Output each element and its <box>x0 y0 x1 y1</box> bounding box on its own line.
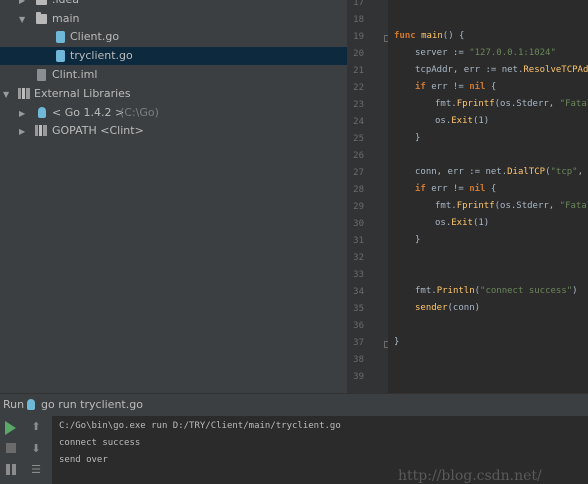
stop-icon <box>6 443 16 453</box>
line-number: 30 <box>353 219 364 229</box>
run-toolwindow-header: Run go run tryclient.go <box>0 393 588 416</box>
tree-item-tryclient-go[interactable]: tryclient.go <box>0 47 347 65</box>
tree-item-idea[interactable]: ▶ .idea <box>0 0 347 9</box>
tree-item-label: Client.go <box>70 30 120 43</box>
run-config-tab[interactable]: go run tryclient.go <box>41 398 143 411</box>
line-number: 32 <box>353 253 364 263</box>
line-number: 22 <box>353 83 364 93</box>
line-number: 28 <box>353 185 364 195</box>
pause-icon <box>6 464 16 475</box>
tree-item-path: (C:\Go) <box>120 106 159 119</box>
line-number: 36 <box>353 321 364 331</box>
code-line: } <box>415 235 421 245</box>
console-line: C:/Go\bin\go.exe run D:/TRY/Client/main/… <box>59 421 341 431</box>
line-number: 20 <box>353 49 364 59</box>
code-line: } <box>394 337 400 347</box>
line-number: 18 <box>353 15 364 25</box>
watermark: http://blog.csdn.net/ <box>398 468 542 484</box>
line-number: 34 <box>353 287 364 297</box>
code-line: conn, err := net.DialTCP("tcp", n <box>415 167 583 177</box>
line-number: 33 <box>353 270 364 280</box>
chevron-down-icon[interactable]: ▼ <box>3 86 11 99</box>
code-line: os.Exit(1) <box>435 116 490 126</box>
code-line: fmt.Fprintf(os.Stderr, "Fatal <box>435 99 588 109</box>
line-numbers: 17 18 19 20 21 22 23 24 25 26 27 28 29 30 31 32 33 34 35 36… <box>350 0 391 393</box>
chevron-down-icon[interactable]: ▼ <box>19 11 27 24</box>
line-number: 35 <box>353 304 364 314</box>
code-line: } <box>415 133 421 143</box>
code-line: os.Exit(1) <box>435 218 490 228</box>
line-number: 25 <box>353 134 364 144</box>
code-line: if err != nil { <box>415 184 497 194</box>
tree-item-label: < Go 1.4.2 > <box>52 106 125 119</box>
tree-item-go-sdk[interactable]: ▶ < Go 1.4.2 > (C:\Go) <box>0 104 347 122</box>
line-number: 19 <box>353 32 364 42</box>
soft-wrap-button[interactable]: ☰ <box>29 463 43 477</box>
tree-item-clint-iml[interactable]: Clint.iml <box>0 66 347 84</box>
line-number: 17 <box>353 0 364 8</box>
folder-icon <box>36 12 47 24</box>
go-file-icon <box>56 50 65 62</box>
tree-item-label: main <box>52 12 80 25</box>
stop-button[interactable] <box>6 443 20 457</box>
tree-item-label: tryclient.go <box>70 49 133 62</box>
line-number: 31 <box>353 236 364 246</box>
run-toolbar: ⬆ ⬇ ☰ <box>0 416 52 484</box>
folder-icon <box>36 0 47 5</box>
go-sdk-icon <box>38 107 46 118</box>
down-arrow-button[interactable]: ⬇ <box>29 442 43 456</box>
chevron-right-icon[interactable]: ▶ <box>19 105 27 118</box>
code-editor[interactable]: func main() { server := "127.0.0.1:1024"… <box>388 0 588 393</box>
console-line: connect success <box>59 438 141 448</box>
go-run-icon <box>27 399 35 410</box>
line-number: 26 <box>353 151 364 161</box>
code-line: func main() { <box>394 31 465 41</box>
chevron-right-icon[interactable]: ▶ <box>19 123 27 136</box>
iml-file-icon <box>37 69 46 81</box>
code-line: sender(conn) <box>415 303 481 313</box>
line-number: 23 <box>353 100 364 110</box>
line-number: 38 <box>353 355 364 365</box>
line-number: 21 <box>353 66 364 76</box>
line-number: 37 <box>353 338 364 348</box>
run-label: Run <box>3 398 25 411</box>
go-file-icon <box>56 31 65 43</box>
library-icon <box>35 125 47 136</box>
code-line: server := "127.0.0.1:1024" <box>415 48 556 58</box>
console-line: send over <box>59 455 108 465</box>
tree-item-label: GOPATH <Clint> <box>52 124 144 137</box>
tree-item-client-go[interactable]: Client.go <box>0 28 347 46</box>
rerun-button[interactable] <box>5 421 19 435</box>
line-number: 27 <box>353 168 364 178</box>
library-icon <box>18 88 30 99</box>
tree-item-gopath[interactable]: ▶ GOPATH <Clint> <box>0 122 347 140</box>
code-line: fmt.Fprintf(os.Stderr, "Fatal <box>435 201 588 211</box>
code-line: if err != nil { <box>415 82 497 92</box>
pause-button[interactable] <box>6 464 20 478</box>
line-number: 29 <box>353 202 364 212</box>
tree-item-label: External Libraries <box>34 87 131 100</box>
tree-item-main[interactable]: ▼ main <box>0 10 347 28</box>
project-tree: ▶ .idea ▼ main Client.go tryclient.go Cl… <box>0 0 347 393</box>
up-arrow-button[interactable]: ⬆ <box>29 420 43 434</box>
line-number: 39 <box>353 372 364 382</box>
play-icon <box>5 421 16 435</box>
tree-item-external-libraries[interactable]: ▼ External Libraries <box>0 85 347 103</box>
tree-item-label: Clint.iml <box>52 68 98 81</box>
line-number: 24 <box>353 117 364 127</box>
code-line: fmt.Println("connect success") <box>415 286 578 296</box>
code-line: tcpAddr, err := net.ResolveTCPAddr <box>415 65 588 75</box>
tree-item-label: .idea <box>52 0 79 9</box>
